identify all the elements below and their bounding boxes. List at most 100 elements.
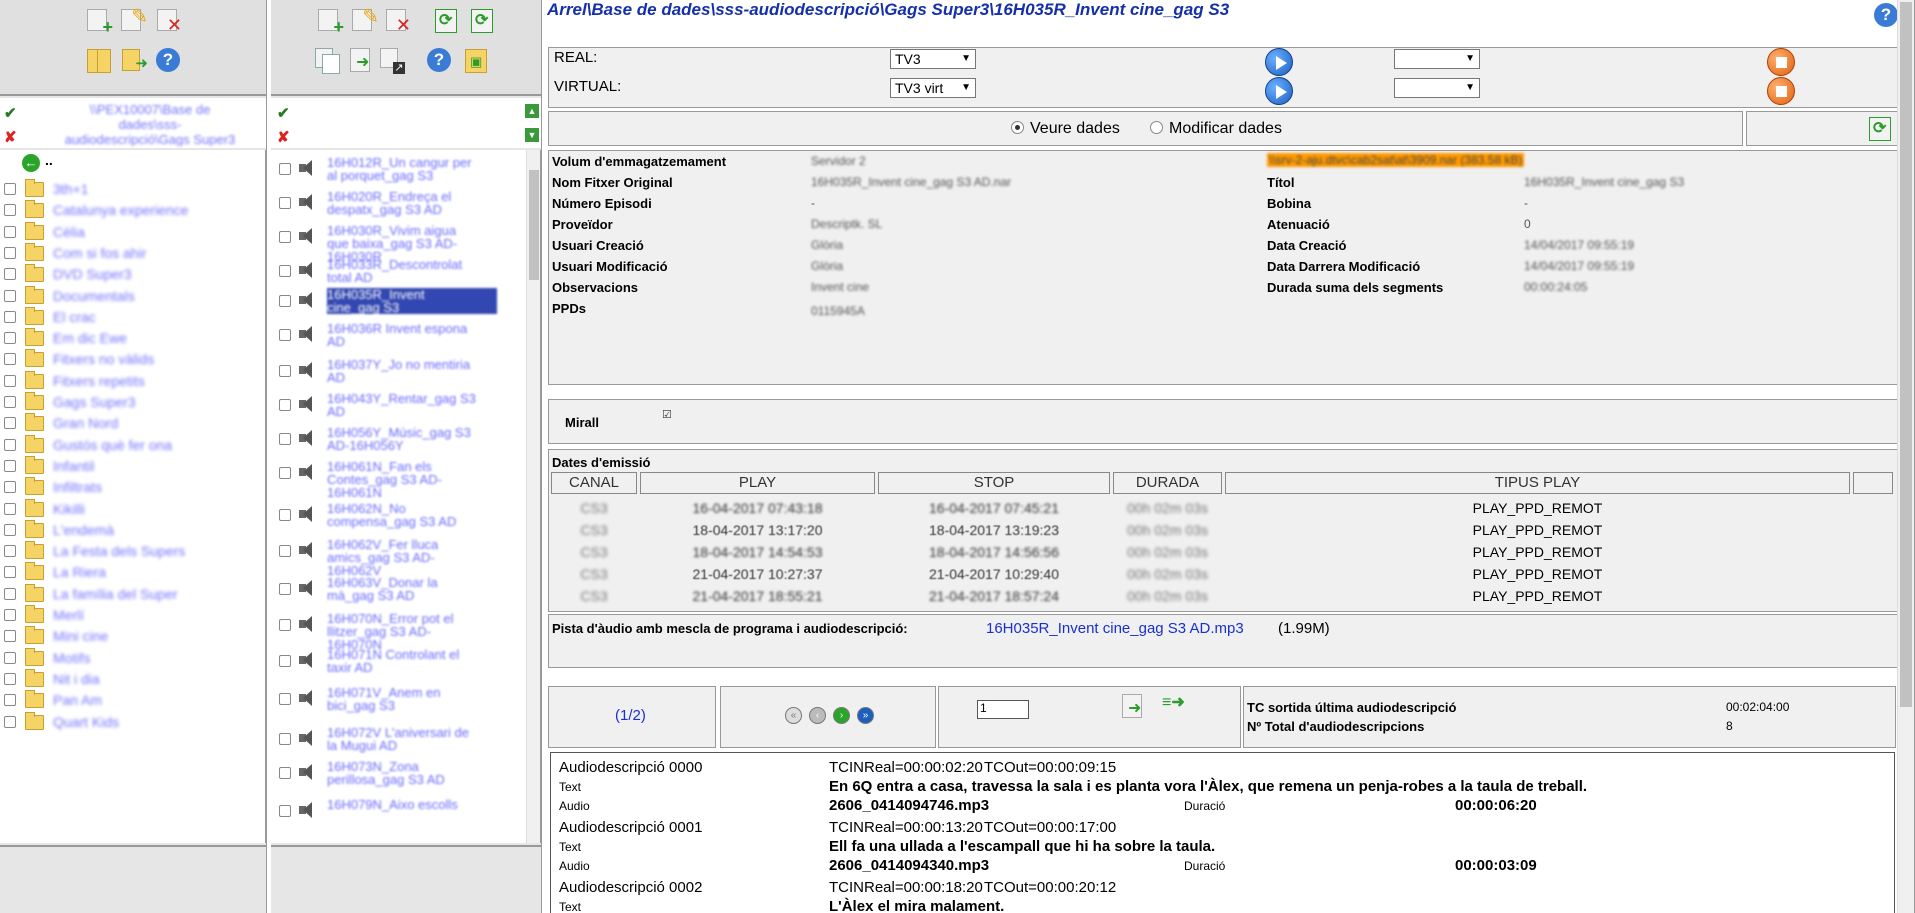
file-row[interactable]: 16H073N_Zona perillosa_gag S3 AD: [271, 758, 540, 792]
folder-checkbox[interactable]: [4, 672, 16, 685]
folder-row[interactable]: Quart Kids: [0, 711, 265, 735]
modify-data-radio[interactable]: [1150, 121, 1163, 134]
page-scrollbar[interactable]: [1897, 0, 1914, 913]
back-arrow-icon[interactable]: ←: [22, 154, 40, 172]
folder-checkbox[interactable]: [4, 715, 16, 728]
folder-checkbox[interactable]: [4, 609, 16, 621]
folder-checkbox[interactable]: [4, 289, 16, 302]
file-checkbox[interactable]: [279, 733, 291, 745]
virtual-play-icon[interactable]: [1265, 77, 1293, 105]
folders-icon[interactable]: [84, 46, 112, 74]
file-name[interactable]: 16H033R_Descontrolat total AD: [327, 258, 497, 284]
file-row[interactable]: 16H020R_Endreça el despatx_gag S3 AD: [271, 188, 540, 222]
folder-name[interactable]: Gran Nord: [53, 415, 118, 431]
delete-file-icon[interactable]: [383, 6, 411, 36]
folder-name[interactable]: Gags Super3: [53, 394, 136, 410]
file-row[interactable]: 16H030R_Vivim aigua que baixa_gag S3 AD- 1…: [271, 222, 540, 263]
file-row[interactable]: 16H072V L'aniversari de la Mugui AD: [271, 724, 540, 758]
folder-checkbox[interactable]: [4, 374, 16, 387]
folder-checkbox[interactable]: [4, 459, 16, 472]
folder-checkbox[interactable]: [4, 523, 16, 536]
file-checkbox[interactable]: [279, 265, 291, 277]
virtual-stop-icon[interactable]: [1767, 77, 1795, 105]
folder-checkbox[interactable]: [4, 332, 16, 345]
file-name[interactable]: 16H072V L'aniversari de la Mugui AD: [327, 726, 497, 752]
folder-name[interactable]: La família del Super: [53, 586, 178, 602]
file-checkbox[interactable]: [279, 295, 291, 307]
file-name[interactable]: 16H035R_Invent cine_gag S3: [327, 288, 497, 314]
help-icon[interactable]: ?: [1874, 3, 1898, 27]
scrollbar-thumb[interactable]: [529, 170, 539, 280]
file-row[interactable]: 16H033R_Descontrolat total AD: [271, 256, 540, 290]
mirall-checkbox[interactable]: ☑: [662, 408, 672, 421]
real-channel-select[interactable]: TV3: [890, 49, 976, 69]
file-row[interactable]: 16H043Y_Rentar_gag S3 AD: [271, 390, 540, 424]
file-checkbox[interactable]: [279, 329, 291, 341]
folder-checkbox[interactable]: [4, 396, 16, 408]
parent-folder-link[interactable]: ..: [45, 152, 53, 168]
folder-name[interactable]: Gustós què fer ona: [53, 437, 172, 453]
file-name[interactable]: 16H062V_Fer lluca amics_gag S3 AD- 16H062V: [327, 538, 497, 577]
virtual-channel-select[interactable]: TV3 virt: [890, 78, 976, 98]
ad-audio-file[interactable]: 2606_0414094746.mp3: [829, 797, 989, 814]
scroll-up-icon[interactable]: ▲: [525, 104, 539, 118]
folder-checkbox[interactable]: [4, 225, 16, 238]
folder-checkbox[interactable]: [4, 587, 16, 600]
file-checkbox[interactable]: [279, 545, 291, 557]
folder-name[interactable]: Motifs: [53, 650, 90, 666]
folder-checkbox[interactable]: [4, 438, 16, 451]
volume-path[interactable]: \\srv-2-aju.dtvc\cab2sat\at\3909.nar (38…: [1267, 153, 1525, 167]
folder-name[interactable]: L'endemà: [53, 522, 114, 538]
file-name[interactable]: 16H061N_Fan els Contes_gag S3 AD- 16H061N: [327, 460, 497, 499]
file-checkbox[interactable]: [279, 163, 291, 175]
goto-page-icon[interactable]: [1119, 692, 1147, 720]
next-page-icon[interactable]: ›: [833, 707, 850, 724]
file-list-scrollbar[interactable]: [526, 150, 540, 843]
view-data-radio[interactable]: [1011, 121, 1024, 134]
file-row[interactable]: 16H071N Controlant el taxir AD: [271, 646, 540, 680]
file-row[interactable]: 16H056Y_Músic_gag S3 AD-16H056Y: [271, 424, 540, 458]
folder-name[interactable]: Fitxers no vàlids: [53, 351, 154, 367]
file-checkbox[interactable]: [279, 619, 291, 631]
help-icon[interactable]: ?: [427, 48, 451, 72]
file-name[interactable]: 16H071N Controlant el taxir AD: [327, 648, 497, 674]
help-icon[interactable]: ?: [156, 48, 180, 72]
select-all-icon[interactable]: ✔: [277, 104, 290, 122]
view-data-label[interactable]: Veure dades: [1030, 120, 1120, 138]
prev-page-icon[interactable]: ‹: [809, 707, 826, 724]
emission-row[interactable]: CS3 21-04-2017 10:27:37 21-04-2017 10:29:4…: [551, 564, 1895, 586]
file-checkbox[interactable]: [279, 231, 291, 243]
edit-folder-icon[interactable]: [118, 4, 148, 34]
select-all-icon[interactable]: ✔: [4, 104, 17, 122]
folder-checkbox[interactable]: [4, 651, 16, 664]
folder-name[interactable]: Infiltrats: [53, 479, 102, 495]
file-checkbox[interactable]: [279, 365, 291, 377]
real-secondary-select[interactable]: [1394, 49, 1480, 69]
new-file-icon[interactable]: [315, 6, 344, 38]
file-name[interactable]: 16H062N_No compensa_gag S3 AD: [327, 502, 497, 528]
file-name[interactable]: 16H043Y_Rentar_gag S3 AD: [327, 392, 497, 418]
emission-row[interactable]: CS3 18-04-2017 14:54:53 18-04-2017 14:56:5…: [551, 542, 1895, 564]
folder-name[interactable]: Kikilli: [53, 501, 85, 517]
file-row[interactable]: 16H037Y_Jo no mentiria AD: [271, 356, 540, 390]
modify-data-label[interactable]: Modificar dades: [1169, 120, 1282, 138]
last-page-icon[interactable]: »: [857, 707, 874, 724]
refresh-icon[interactable]: [1865, 114, 1893, 142]
file-row[interactable]: 16H012R_Un cangur per al porquet_gag S3: [271, 154, 540, 188]
folder-name[interactable]: Catalunya experience: [53, 202, 188, 218]
file-checkbox[interactable]: [279, 805, 291, 817]
file-checkbox[interactable]: [279, 433, 291, 445]
folder-checkbox[interactable]: [4, 566, 16, 579]
ad-audio-file[interactable]: 2606_0414094340.mp3: [829, 857, 989, 874]
volume-path-text[interactable]: \\srv-2-aju.dtvc\cab2sat\at\3909.nar (38…: [1267, 153, 1525, 167]
track-link[interactable]: 16H035R_Invent cine_gag S3 AD.mp3: [986, 620, 1244, 637]
folder-checkbox[interactable]: [4, 353, 16, 366]
file-checkbox[interactable]: [279, 509, 291, 521]
folder-name[interactable]: Cèlia: [53, 224, 85, 240]
real-stop-icon[interactable]: [1767, 48, 1795, 76]
folder-name[interactable]: Mini cine: [53, 628, 108, 644]
emission-row[interactable]: CS3 21-04-2017 18:55:21 21-04-2017 18:57:2…: [551, 586, 1895, 608]
folder-name[interactable]: Nit i dia: [53, 671, 100, 687]
shortcut-icon[interactable]: [377, 46, 405, 74]
folder-name[interactable]: DVD Super3: [53, 266, 132, 282]
